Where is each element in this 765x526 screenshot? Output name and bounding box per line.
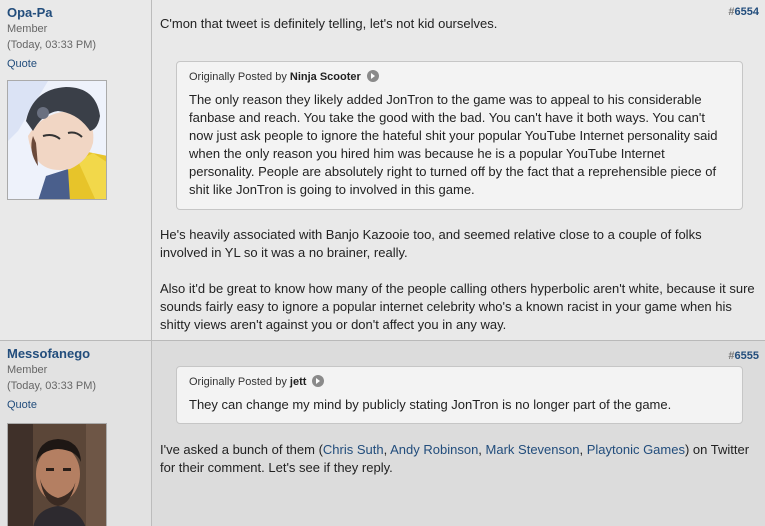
post-number-value: 6555 (734, 350, 759, 362)
quote-author: Ninja Scooter (289, 71, 361, 83)
user-title: Member (7, 23, 48, 35)
user-info: Messofanego Member (Today, 03:33 PM) Quo… (0, 341, 152, 526)
quote-box: Originally Posted by jett They can chang… (176, 366, 743, 424)
quote-button[interactable]: Quote (7, 58, 37, 70)
quote-prefix: Originally Posted by (189, 71, 287, 83)
view-post-icon[interactable] (366, 70, 379, 82)
username[interactable]: Opa-Pa (7, 4, 144, 21)
post-time: (Today, 03:33 PM) (7, 39, 97, 51)
post-6554: Opa-Pa Member (Today, 03:33 PM) Quote #6… (0, 0, 765, 340)
link-playtonic-games[interactable]: Playtonic Games (587, 442, 685, 457)
post-content: #6555 Originally Posted by jett They can… (152, 341, 765, 526)
username[interactable]: Messofanego (7, 345, 144, 362)
post-time: (Today, 03:33 PM) (7, 380, 97, 392)
avatar-image (8, 81, 106, 199)
avatar[interactable] (7, 80, 107, 200)
view-post-icon[interactable] (312, 375, 325, 387)
link-mark-stevenson[interactable]: Mark Stevenson (486, 442, 580, 457)
quote-box: Originally Posted by Ninja Scooter The o… (176, 61, 743, 210)
avatar[interactable] (7, 423, 107, 526)
post-6555: Messofanego Member (Today, 03:33 PM) Quo… (0, 340, 765, 526)
post-paragraph: I've asked a bunch of them (Chris Suth, … (160, 441, 765, 477)
quote-header: Originally Posted by jett (189, 375, 730, 390)
user-info: Opa-Pa Member (Today, 03:33 PM) Quote (0, 0, 152, 340)
post-paragraph: C'mon that tweet is definitely telling, … (160, 16, 498, 31)
post-paragraph: Also it'd be great to know how many of t… (160, 281, 755, 332)
link-chris-suth[interactable]: Chris Suth (323, 442, 384, 457)
separator: , (478, 442, 486, 457)
quote-button[interactable]: Quote (7, 399, 37, 411)
post-number[interactable]: #6555 (728, 350, 759, 362)
body-text: I've asked a bunch of them ( (160, 442, 323, 457)
user-title: Member (7, 364, 48, 376)
quote-text: The only reason they likely added JonTro… (189, 92, 718, 197)
avatar-image (8, 424, 106, 526)
link-andy-robinson[interactable]: Andy Robinson (390, 442, 478, 457)
quote-header: Originally Posted by Ninja Scooter (189, 70, 730, 85)
post-paragraph: He's heavily associated with Banjo Kazoo… (160, 227, 702, 260)
quote-prefix: Originally Posted by (189, 376, 287, 388)
post-content: #6554 C'mon that tweet is definitely tel… (152, 0, 765, 340)
separator: , (579, 442, 587, 457)
quote-text: They can change my mind by publicly stat… (189, 397, 672, 412)
quote-author: jett (289, 376, 307, 388)
